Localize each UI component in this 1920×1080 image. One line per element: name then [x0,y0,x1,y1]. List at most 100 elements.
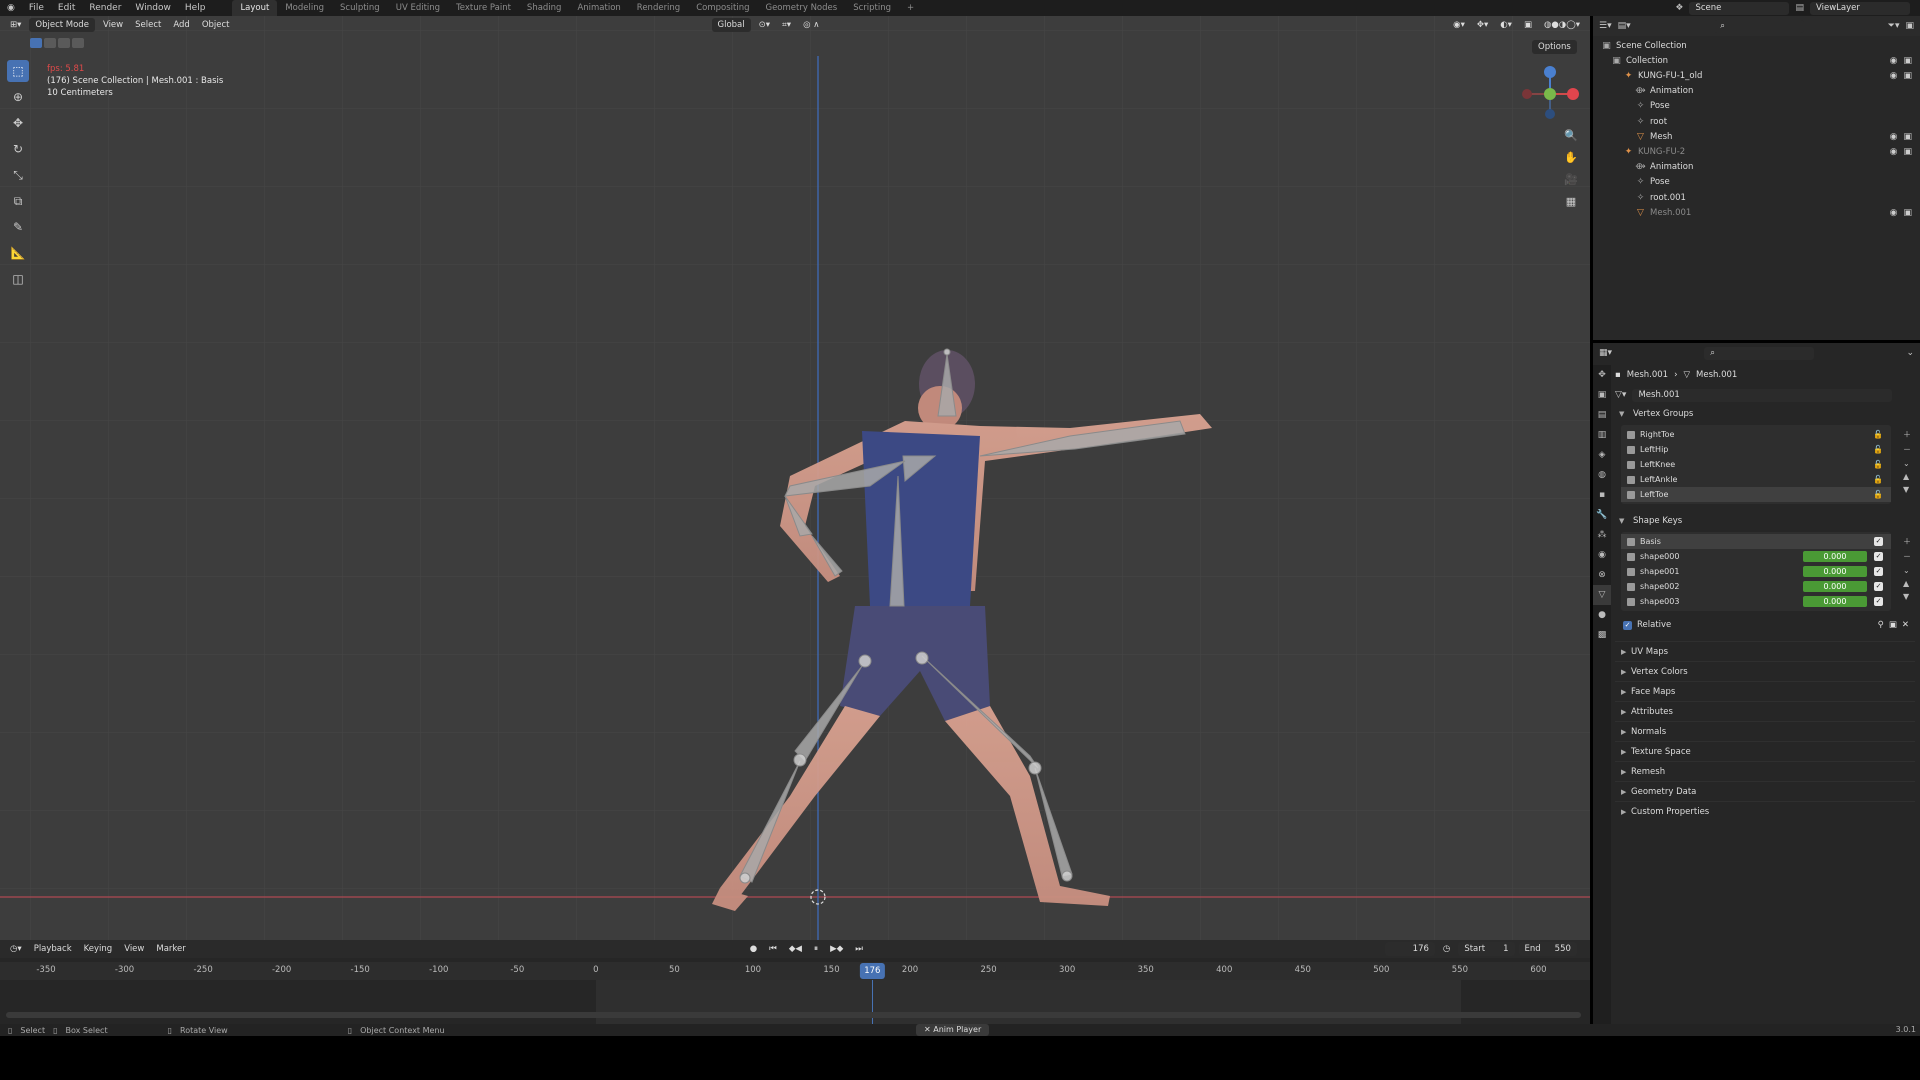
workspace-tab-texture-paint[interactable]: Texture Paint [448,0,519,16]
collapsed-panel-header[interactable]: ▶ Custom Properties [1615,801,1915,821]
ortho-grid-icon[interactable]: ▦ [1562,192,1580,210]
gizmo-toggle-icon[interactable]: ✥▾ [1473,18,1492,32]
zoom-icon[interactable]: 🔍 [1562,126,1580,144]
outliner-editor-icon[interactable]: ☰▾ [1599,21,1612,31]
menu-render[interactable]: Render [82,0,128,16]
physics-tab-icon[interactable]: ◉ [1593,545,1611,565]
lock-icon[interactable]: 🔓 [1873,445,1883,454]
shape-key-value[interactable]: 0.000 [1803,596,1867,607]
properties-options-icon[interactable]: ⌄ [1906,348,1914,358]
shape-key-item[interactable]: shape002 0.000 ✓ [1621,579,1891,594]
options-dropdown[interactable]: Options [1532,40,1577,54]
workspace-tab-scripting[interactable]: Scripting [845,0,899,16]
menu-select[interactable]: Select [131,18,165,32]
edit-mode-shape-icon[interactable]: ▣ [1889,620,1897,630]
pause-icon[interactable]: ⏸ [810,942,822,956]
collapsed-panel-header[interactable]: ▶ Remesh [1615,761,1915,781]
mesh-data-tab-icon[interactable]: ▽ [1593,585,1611,605]
measure-tool-icon[interactable]: 📐 [7,242,29,264]
select-tool-icon[interactable]: ⬚ [7,60,29,82]
cancel-task-icon[interactable]: ✕ [924,1025,933,1034]
jump-keyframe-back-icon[interactable]: ◆◀ [785,942,806,956]
shape-key-value[interactable]: 0.000 [1803,566,1867,577]
blender-logo-icon[interactable]: ◉ [0,0,22,16]
workspace-tab-shading[interactable]: Shading [519,0,570,16]
menu-playback[interactable]: Playback [30,942,76,956]
display-mode-icon[interactable]: ▤▾ [1618,21,1631,31]
constraints-tab-icon[interactable]: ⊗ [1593,565,1611,585]
outliner-row[interactable]: ✦ KUNG-FU-2 [1593,144,1685,159]
3d-viewport[interactable]: ⊞▾ Object Mode View Select Add Object Gl… [0,16,1590,940]
eye-icon[interactable]: ◉ [1890,132,1898,142]
timeline-editor-type-icon[interactable]: ◷▾ [6,942,26,956]
shape-key-mute-checkbox[interactable]: ✓ [1874,597,1883,606]
remove-shape-key-icon[interactable]: － [1903,551,1911,562]
current-frame-field[interactable]: 176 [1384,942,1435,956]
particles-tab-icon[interactable]: ⁂ [1593,525,1611,545]
move-down-icon[interactable]: ▼ [1903,592,1911,601]
menu-edit[interactable]: Edit [51,0,82,16]
modifier-tab-icon[interactable]: 🔧 [1593,505,1611,525]
workspace-tab-rendering[interactable]: Rendering [629,0,688,16]
clock-icon[interactable]: ◷ [1439,942,1454,956]
scale-tool-icon[interactable]: ⤡ [7,164,29,186]
move-down-icon[interactable]: ▼ [1903,485,1911,494]
eye-icon[interactable]: ◉ [1890,56,1898,66]
relative-checkbox[interactable]: ✓ [1623,620,1632,630]
render-camera-icon[interactable]: ▣ [1903,132,1912,142]
menu-view[interactable]: View [99,18,127,32]
jump-end-icon[interactable]: ⏭ [851,942,867,956]
workspace-tab-compositing[interactable]: Compositing [688,0,757,16]
outliner-row[interactable]: ✦ KUNG-FU-1_old [1593,68,1703,83]
outliner-row[interactable]: ▽ Mesh.001 [1593,205,1691,220]
collapsed-panel-header[interactable]: ▶ Texture Space [1615,741,1915,761]
material-tab-icon[interactable]: ● [1593,605,1611,625]
outliner-row[interactable]: ✧ Pose [1593,175,1670,190]
menu-timeline-view[interactable]: View [120,942,148,956]
scene-tab-icon[interactable]: ◈ [1593,445,1611,465]
render-tab-icon[interactable]: ▣ [1593,385,1611,405]
add-shape-key-icon[interactable]: ＋ [1903,536,1911,547]
outliner-search-input[interactable]: ⌕ [1714,19,1805,33]
move-tool-icon[interactable]: ✥ [7,112,29,134]
vertex-groups-list[interactable]: RightToe 🔓 LeftHip 🔓 LeftKnee 🔓 LeftAnkle 🔓 Left… [1621,425,1891,504]
eye-icon[interactable]: ◉ [1890,71,1898,81]
lock-icon[interactable]: 🔓 [1873,460,1883,469]
shape-key-item[interactable]: Basis ✓ [1621,534,1891,549]
add-cube-tool-icon[interactable]: ◫ [7,268,29,290]
lock-icon[interactable]: 🔓 [1873,475,1883,484]
vertex-group-item[interactable]: LeftToe 🔓 [1621,487,1891,502]
shape-keys-list[interactable]: Basis ✓ shape000 0.000 ✓ shape001 0.000 ✓ shape0… [1621,532,1891,611]
view-layer-tab-icon[interactable]: ▥ [1593,425,1611,445]
render-camera-icon[interactable]: ▣ [1903,56,1912,66]
pan-hand-icon[interactable]: ✋ [1562,148,1580,166]
shape-key-item[interactable]: shape000 0.000 ✓ [1621,549,1891,564]
current-frame-marker[interactable]: 176 [860,963,885,979]
end-frame-field[interactable]: End 550 [1518,942,1577,956]
menu-file[interactable]: File [22,0,51,16]
select-mode-subtract-icon[interactable] [58,38,70,48]
cursor-tool-icon[interactable]: ⊕ [7,86,29,108]
outliner-row[interactable]: ⟴ Animation [1593,160,1693,175]
shape-key-menu-icon[interactable]: ⌄ [1903,566,1911,575]
outliner-row[interactable]: ⟴ Animation [1593,84,1693,99]
workspace-tab-sculpting[interactable]: Sculpting [332,0,388,16]
snap-icon[interactable]: ⌗▾ [778,18,795,32]
select-mode-intersect-icon[interactable] [72,38,84,48]
menu-marker[interactable]: Marker [152,942,189,956]
shading-modes-icon[interactable]: ◍●◑◯▾ [1540,18,1584,32]
collapsed-panel-header[interactable]: ▶ Face Maps [1615,681,1915,701]
world-tab-icon[interactable]: ◍ [1593,465,1611,485]
timeline-ruler[interactable]: -350 -300 -250 -200 -150 -100 -50 0 50 100 150 200 2… [0,962,1590,980]
visibility-icon[interactable]: ◉▾ [1449,18,1469,32]
menu-help[interactable]: Help [178,0,213,16]
render-camera-icon[interactable]: ▣ [1903,71,1912,81]
anim-player-task[interactable]: ✕ Anim Player [916,1024,990,1036]
pivot-icon[interactable]: ⊙▾ [755,18,774,32]
start-frame-field[interactable]: Start 1 [1458,942,1515,956]
scene-field[interactable]: Scene [1689,1,1790,15]
menu-object[interactable]: Object [198,18,234,32]
vertex-group-menu-icon[interactable]: ⌄ [1903,459,1911,468]
eye-icon[interactable]: ◉ [1890,208,1898,218]
shape-keys-header[interactable]: ▼ Shape Keys [1615,512,1915,530]
